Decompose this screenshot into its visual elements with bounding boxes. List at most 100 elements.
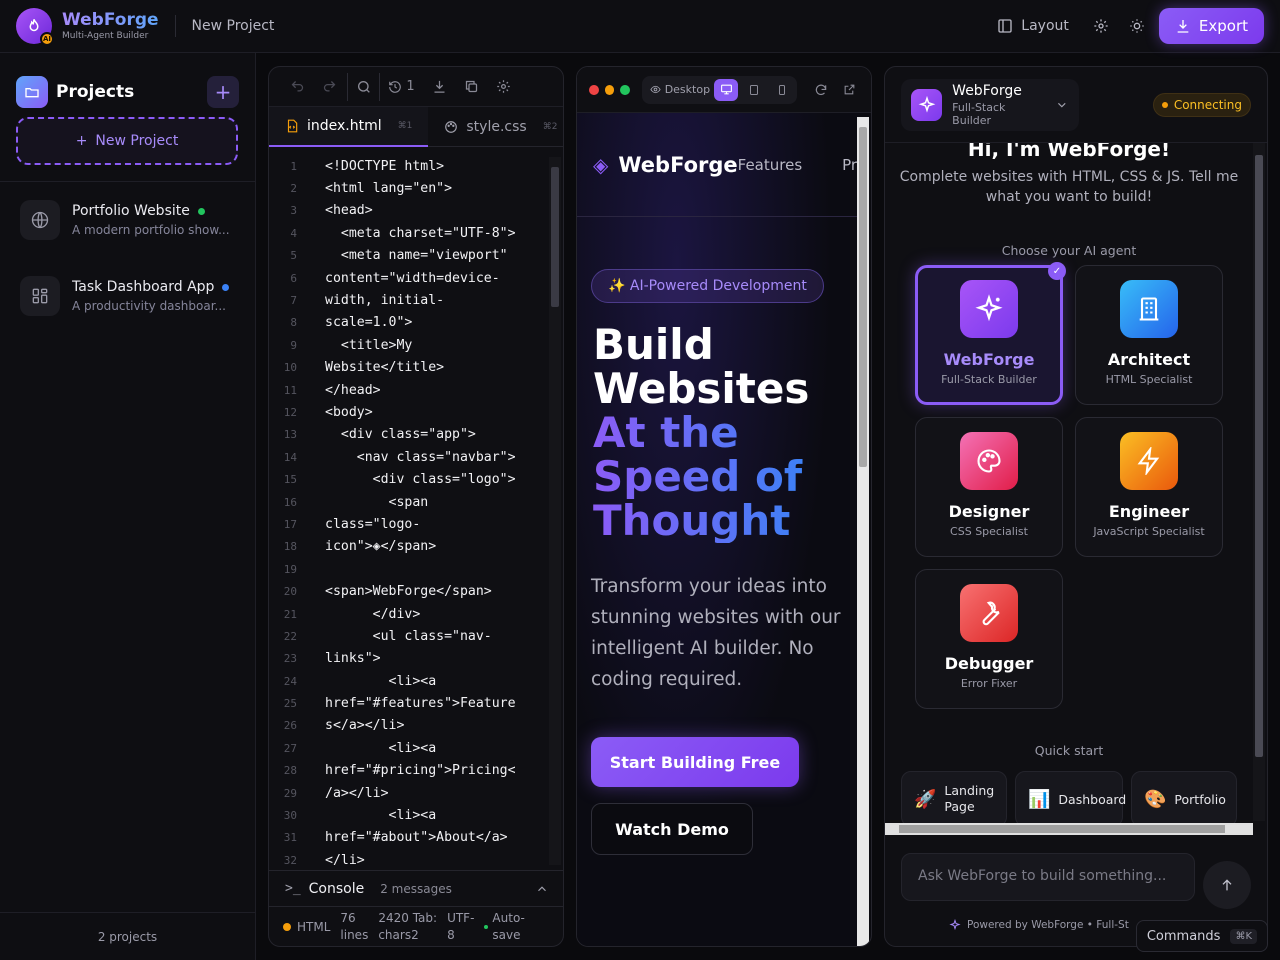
console-bar[interactable]: >_ Console 2 messages <box>269 870 563 906</box>
send-button[interactable] <box>1203 861 1251 909</box>
project-name: Task Dashboard App <box>72 279 215 295</box>
agent-role: Full-Stack Builder <box>952 100 1006 127</box>
layout-button[interactable]: Layout <box>987 12 1079 40</box>
brand-subtitle: Multi-Agent Builder <box>62 30 149 41</box>
copy-icon[interactable] <box>455 73 487 101</box>
phone-icon <box>779 84 786 95</box>
tab-shortcut: ⌘2 <box>542 122 558 132</box>
quick-start-label-line: Dashboard <box>1058 791 1127 807</box>
gear-icon <box>1094 19 1108 33</box>
agent-card-engineer[interactable]: Engineer JavaScript Specialist <box>1075 417 1223 557</box>
line-number: 10 <box>283 361 297 375</box>
language-label: HTML <box>297 919 331 934</box>
quick-start-landing-page[interactable]: 🚀 Landing Page <box>901 771 1007 823</box>
quick-start-portfolio[interactable]: 🎨 Portfolio <box>1131 771 1237 823</box>
watch-demo-button[interactable]: Watch Demo <box>591 803 753 855</box>
chat-input[interactable]: Ask WebForge to build something... <box>901 853 1195 901</box>
mobile-view-button[interactable] <box>770 79 794 101</box>
code-text: <ul class="nav- <box>325 628 492 644</box>
arrow-up-icon <box>1222 879 1232 891</box>
line-number: 20 <box>283 585 297 599</box>
project-item-portfolio[interactable]: Portfolio Website A modern portfolio sho… <box>0 182 255 258</box>
code-line: 4 <meta charset="UTF-8"> <box>269 222 549 244</box>
code-line: 3 <head> <box>269 200 549 222</box>
code-text: <div class="app"> <box>325 427 476 443</box>
editor-scrollbar[interactable] <box>549 157 561 865</box>
sparkles-icon <box>960 280 1018 338</box>
download-icon[interactable] <box>423 73 455 101</box>
project-item-task-dashboard[interactable]: Task Dashboard App A productivity dashbo… <box>0 258 255 334</box>
preview-nav-features[interactable]: Features <box>738 156 803 174</box>
code-line: 20 <span>WebForge</span> <box>269 580 549 602</box>
app-logo[interactable]: AI <box>16 8 54 46</box>
chat-horizontal-scrollbar[interactable] <box>885 823 1253 835</box>
code-line: 2 <html lang="en"> <box>269 177 549 199</box>
chevron-up-icon <box>538 885 546 891</box>
palette-icon <box>960 432 1018 490</box>
tab-index-html[interactable]: index.html ⌘1 <box>269 107 429 147</box>
gear-icon[interactable] <box>487 73 519 101</box>
history-button[interactable]: 1 <box>379 72 423 101</box>
tab-style-css[interactable]: style.css ⌘2 <box>428 107 563 147</box>
undo-icon[interactable] <box>281 73 313 101</box>
sparkles-icon <box>911 88 943 121</box>
language-indicator: HTML <box>283 920 330 934</box>
project-count: 2 projects <box>0 912 255 960</box>
preview-viewport[interactable]: ◈ WebForge Features Pri ✨ AI-Powered Dev… <box>577 113 859 946</box>
code-text: <li><a <box>325 808 437 824</box>
new-project-label: New Project <box>95 133 179 149</box>
code-text: href="#pricing">Pricing< <box>325 763 516 779</box>
agent-card-webforge[interactable]: ✓ WebForge Full-Stack Builder <box>915 262 1066 405</box>
commands-button[interactable]: Commands ⌘K <box>1135 920 1268 952</box>
building-icon <box>1120 280 1178 338</box>
project-name[interactable]: New Project <box>192 18 275 34</box>
add-project-button[interactable]: + <box>207 76 239 108</box>
agent-card-architect[interactable]: Architect HTML Specialist <box>1075 265 1223 405</box>
refresh-button[interactable] <box>809 79 832 101</box>
history-count: 1 <box>406 79 415 94</box>
line-number: 5 <box>290 249 297 263</box>
code-area[interactable]: 1 <!DOCTYPE html> 2 <html lang="en"> 3 <head>… <box>269 155 549 867</box>
redo-icon[interactable] <box>313 73 345 101</box>
quick-start-dashboard[interactable]: 📊 Dashboard <box>1015 771 1127 823</box>
agent-card-designer[interactable]: Designer CSS Specialist <box>915 417 1063 557</box>
code-line: 23 links"> <box>269 648 549 670</box>
code-text: href="#features">Feature <box>325 696 516 712</box>
code-line: 11 </head> <box>269 379 549 401</box>
theme-toggle-button[interactable] <box>1123 12 1151 40</box>
line-number: 17 <box>283 517 297 531</box>
line-number: 23 <box>283 652 297 666</box>
code-text: </div> <box>325 606 421 622</box>
code-editor-panel: 1 index.html ⌘1 style.css ⌘2 1 <!DOCTYPE … <box>268 66 564 947</box>
preview-hero-title: Build Websites At the Speed of Thought <box>593 323 809 543</box>
line-number: 6 <box>290 271 297 285</box>
new-project-button[interactable]: + New Project <box>16 117 238 165</box>
export-button[interactable]: Export <box>1158 8 1264 44</box>
start-building-button[interactable]: Start Building Free <box>591 737 799 787</box>
line-number: 28 <box>283 764 297 778</box>
settings-button[interactable] <box>1087 12 1115 40</box>
agent-card-debugger[interactable]: Debugger Error Fixer <box>915 569 1063 709</box>
code-text: <span>WebForge</span> <box>325 584 492 600</box>
status-dot <box>197 207 205 215</box>
tablet-icon <box>750 84 759 95</box>
code-line: 32 </li> <box>269 849 549 867</box>
preview-scrollbar[interactable] <box>857 117 869 946</box>
search-icon[interactable] <box>347 72 379 101</box>
open-external-button[interactable] <box>838 79 861 101</box>
line-number: 4 <box>290 226 297 240</box>
zap-icon <box>1120 432 1178 490</box>
tablet-view-button[interactable] <box>742 79 766 101</box>
code-text: s</a></li> <box>325 718 405 734</box>
preview-hero-subtitle: Transform your ideas into stunning websi… <box>591 576 841 690</box>
download-icon <box>1177 20 1189 33</box>
desktop-view-button[interactable] <box>714 78 739 101</box>
code-text: <li><a <box>325 673 437 689</box>
code-line: 21 </div> <box>269 603 549 625</box>
code-text: </head> <box>325 382 381 398</box>
agent-selector[interactable]: WebForge Full-Stack Builder <box>901 78 1079 131</box>
line-number: 30 <box>283 809 297 823</box>
chat-scrollbar[interactable] <box>1253 143 1265 821</box>
code-text: <title>My <box>325 337 413 353</box>
console-label: Console <box>308 880 365 897</box>
